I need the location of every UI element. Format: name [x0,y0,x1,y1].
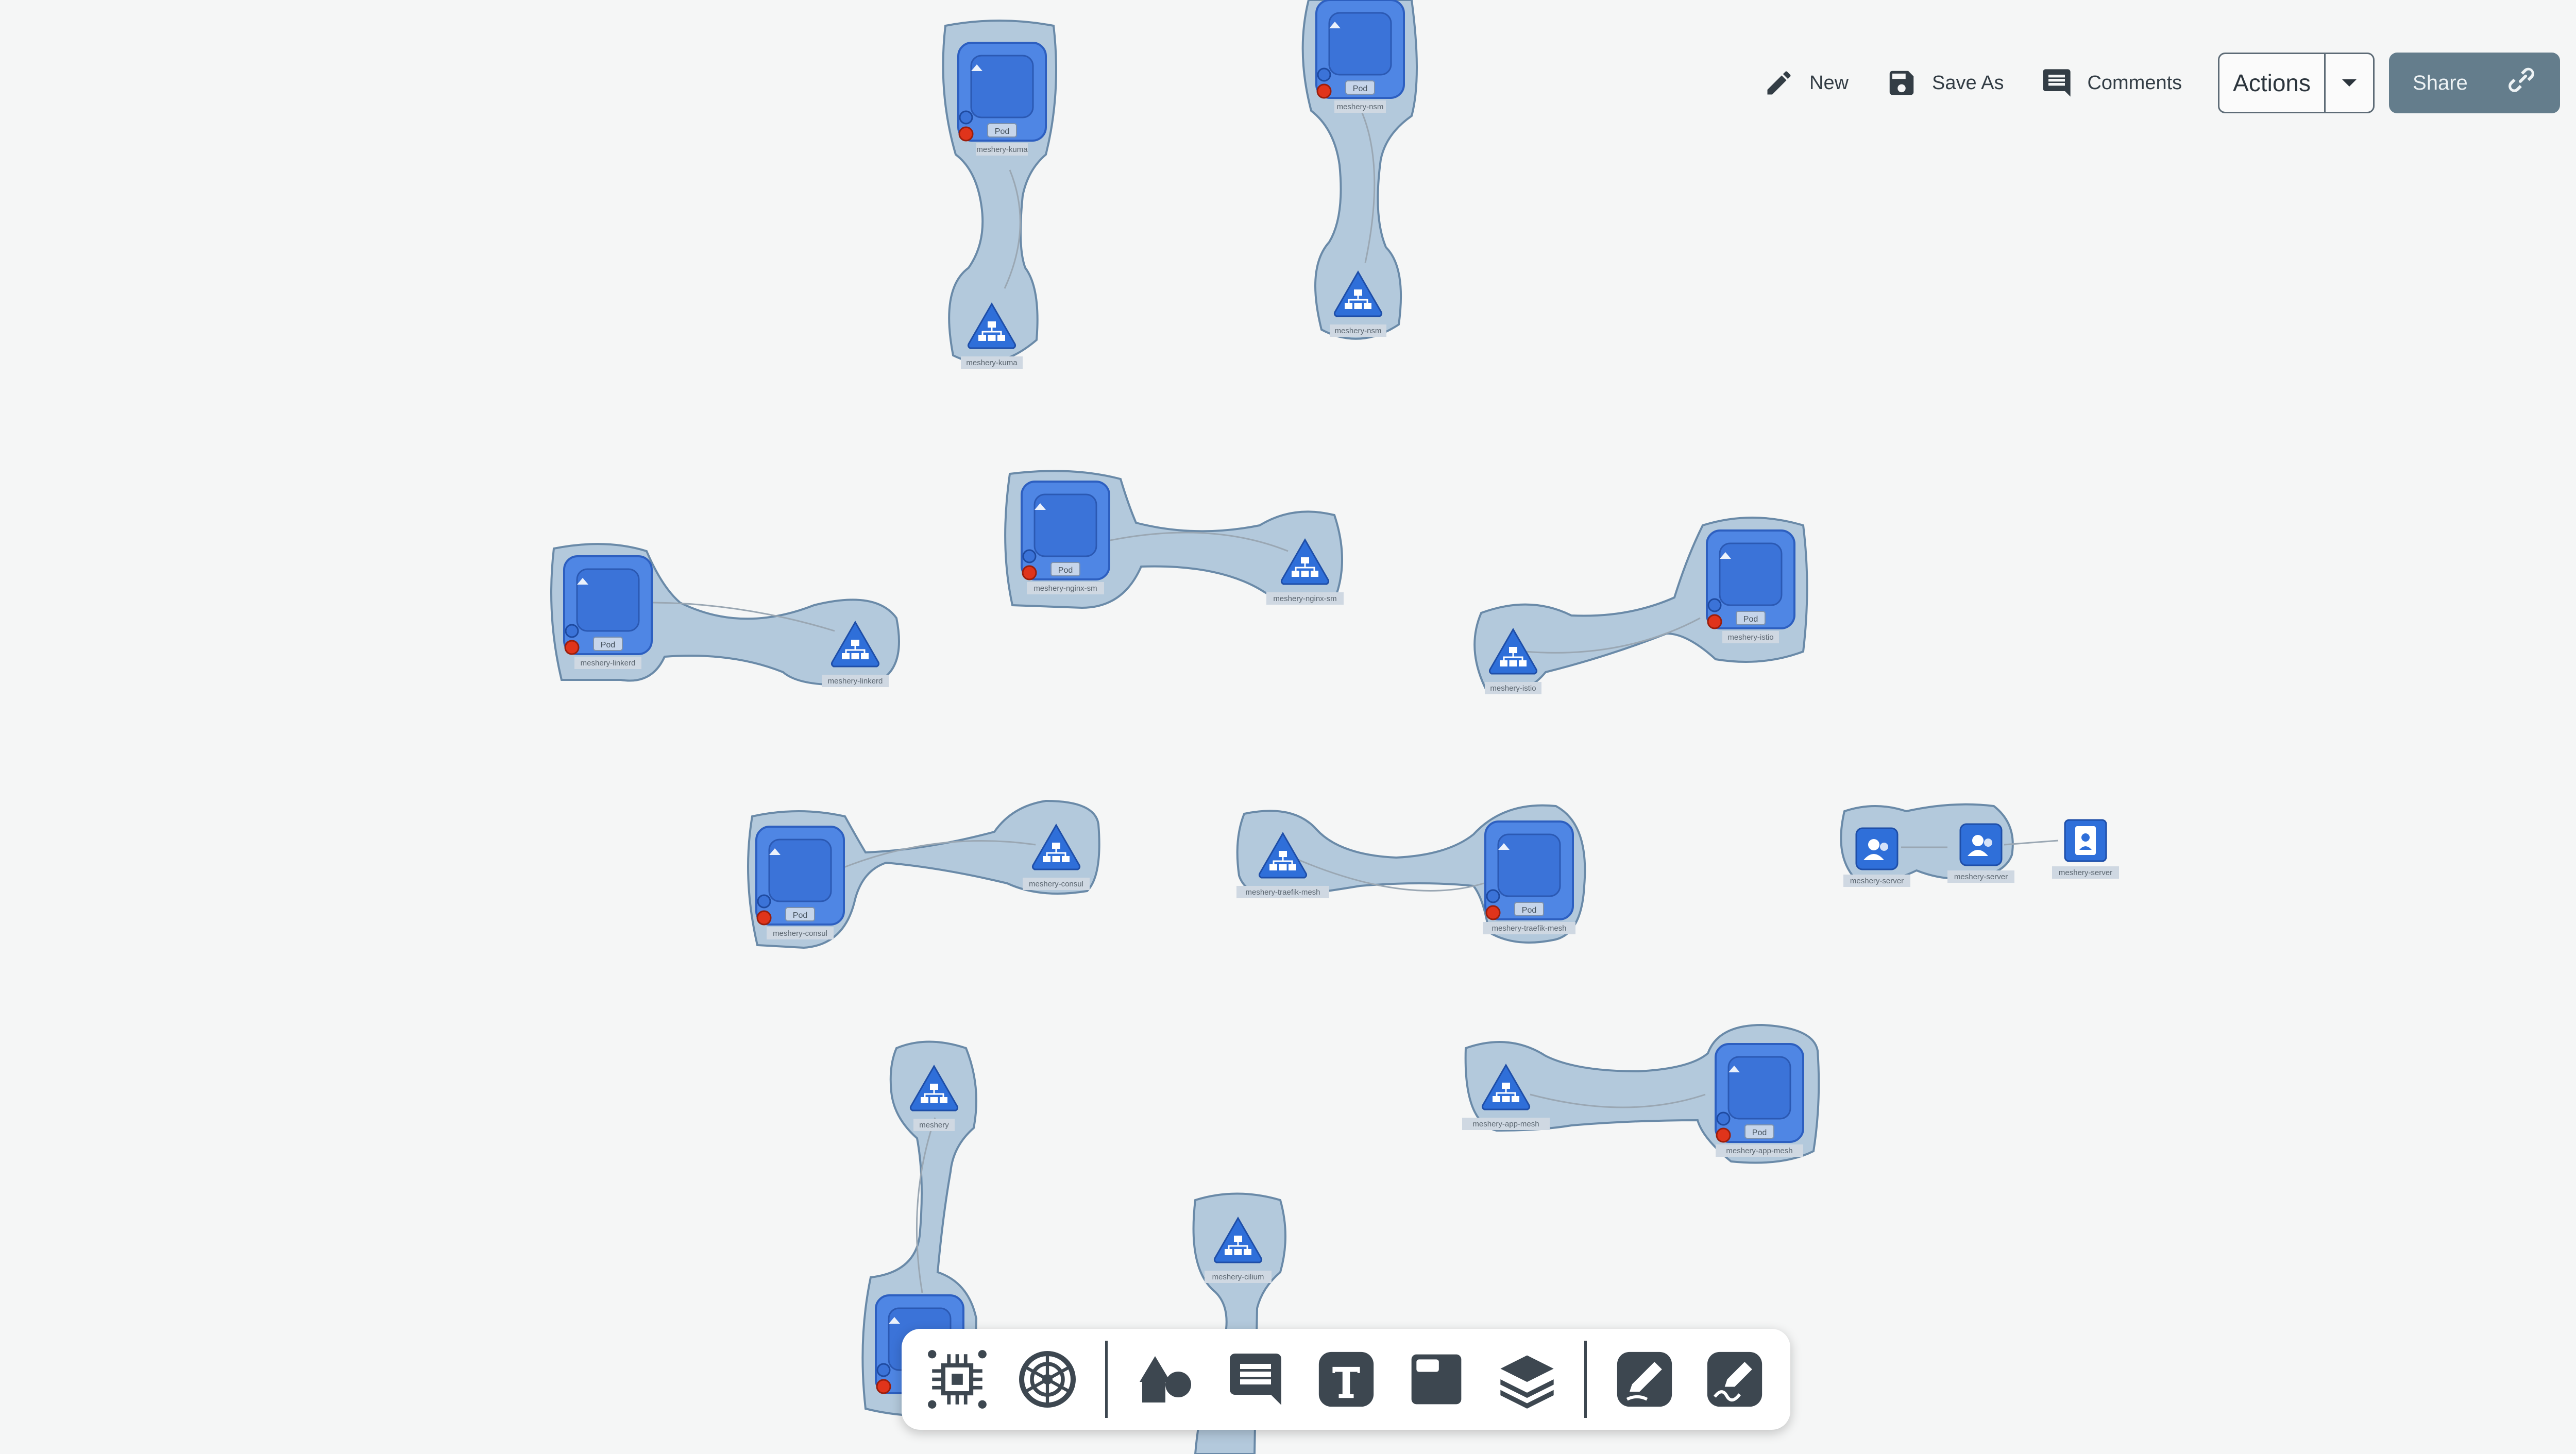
pod-label-meshery-istio: meshery-istio [1727,633,1773,642]
pod-node-meshery-nsm[interactable]: Pod meshery-nsm [1315,0,1405,113]
pen-tool-button[interactable] [1601,1334,1688,1425]
svg-text:Pod: Pod [1058,566,1073,575]
design-toolbar: New Save As Comments Actions Share [1762,52,2561,114]
server-label-1: meshery-server [1850,877,1904,885]
new-button[interactable]: New [1762,66,1849,100]
dock-divider [1105,1341,1108,1418]
text-icon [1318,1352,1374,1407]
pod-node-meshery-app-mesh[interactable]: Pod meshery-app-mesh [1715,1043,1804,1157]
freehand-tool-button[interactable] [1692,1334,1778,1425]
pod-label-meshery-linkerd: meshery-linkerd [581,659,636,668]
component-icon [927,1350,987,1409]
caret-down-icon [2342,79,2357,87]
section-icon [1411,1354,1462,1405]
pod-node-meshery-nginx-sm[interactable]: Pod meshery-nginx-sm [1021,481,1110,594]
service-label-meshery-app-mesh: meshery-app-mesh [1472,1120,1539,1128]
share-label: Share [2413,71,2468,94]
link-icon [2503,62,2539,104]
pod-node-meshery-consul[interactable]: Pod meshery-consul [755,826,845,939]
actions-button[interactable]: Actions [2219,54,2326,112]
pod-node-meshery-traefik-mesh[interactable]: Pod meshery-traefik-mesh [1483,820,1575,934]
layers-tool-button[interactable] [1484,1334,1570,1425]
svg-text:Pod: Pod [1743,615,1758,624]
service-label-meshery-cilium: meshery-cilium [1212,1273,1264,1281]
pod-label-meshery-traefik-mesh: meshery-traefik-mesh [1492,924,1566,933]
service-label-meshery-traefik-mesh: meshery-traefik-mesh [1245,888,1320,897]
save-as-label: Save As [1932,72,2004,94]
service-label-meshery-nginx-sm: meshery-nginx-sm [1273,594,1336,603]
service-label-meshery-kuma: meshery-kuma [966,358,1018,367]
svg-text:Pod: Pod [793,911,807,920]
new-label: New [1809,72,1849,94]
pod-label-meshery-consul: meshery-consul [773,929,827,938]
pod-label-meshery-app-mesh: meshery-app-mesh [1726,1147,1792,1155]
svg-text:Pod: Pod [1353,84,1367,93]
dock-divider [1584,1341,1587,1418]
pod-node-meshery-kuma[interactable]: Pod meshery-kuma [957,42,1047,156]
server-node-3[interactable]: meshery-server [2052,819,2119,879]
shapes-icon [1139,1356,1191,1402]
service-label-meshery-consul: meshery-consul [1029,880,1083,888]
save-as-button[interactable]: Save As [1885,66,2004,100]
pen-icon [1617,1352,1672,1407]
comment-icon [1230,1354,1282,1405]
shapes-tool-button[interactable] [1122,1334,1209,1425]
tool-dock [902,1329,1790,1430]
pod-label-meshery-nginx-sm: meshery-nginx-sm [1033,584,1097,593]
service-label-meshery-nsm: meshery-nsm [1335,327,1382,335]
pod-label-meshery-kuma: meshery-kuma [976,145,1028,154]
svg-text:Pod: Pod [995,127,1009,136]
pod-label-meshery-nsm: meshery-nsm [1337,102,1384,111]
kubernetes-icon [1019,1351,1076,1408]
comments-label: Comments [2087,72,2182,94]
svg-text:Pod: Pod [1522,906,1536,915]
svg-text:Pod: Pod [601,641,615,649]
component-tool-button[interactable] [914,1334,1001,1425]
server-label-3: meshery-server [2059,868,2112,877]
pod-node-meshery-istio[interactable]: Pod meshery-istio [1706,529,1795,643]
freehand-icon [1707,1352,1762,1407]
pod-node-meshery-linkerd[interactable]: Pod meshery-linkerd [563,555,653,669]
comments-button[interactable]: Comments [2040,66,2182,100]
service-label-meshery-istio: meshery-istio [1490,684,1536,693]
save-icon [1885,66,1919,100]
service-label-meshery-linkerd: meshery-linkerd [828,677,883,686]
section-tool-button[interactable] [1393,1334,1480,1425]
service-label-meshery: meshery [919,1121,949,1130]
pencil-icon [1762,66,1796,100]
actions-menu[interactable]: Actions [2218,53,2375,113]
svg-text:Pod: Pod [1752,1128,1767,1137]
actions-dropdown-toggle[interactable] [2326,54,2373,112]
text-tool-button[interactable] [1303,1334,1389,1425]
kubernetes-tool-button[interactable] [1005,1334,1091,1425]
comment-tool-button[interactable] [1212,1334,1299,1425]
layers-icon [1500,1355,1554,1409]
comment-icon [2040,66,2074,100]
share-button[interactable]: Share [2389,53,2561,113]
server-label-2: meshery-server [1954,873,2008,881]
